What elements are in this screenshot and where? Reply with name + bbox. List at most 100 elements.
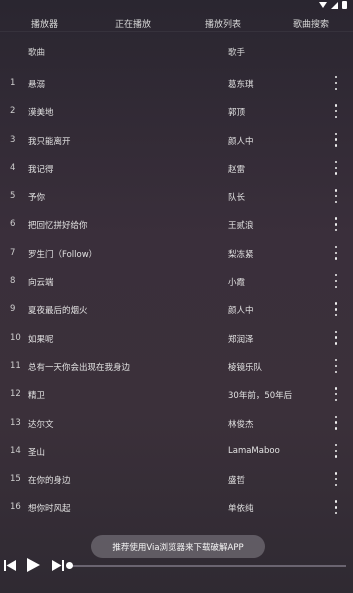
song-index: 2: [10, 106, 16, 117]
song-index: 11: [10, 360, 21, 371]
song-row[interactable]: 13 达尔文 林俊杰: [0, 410, 353, 438]
more-vertical-icon[interactable]: [333, 274, 339, 289]
song-index: 5: [10, 191, 16, 202]
song-title: 总有一天你会出现在我身边: [28, 362, 131, 373]
signal-icon: [331, 1, 338, 9]
song-list: 1 悬溺 葛东琪 2 漠美地 郭顶 3 我只能离开 颜人中 4 我记得 赵雷 5 予你 队长 6 把回忆拼好给你…: [0, 70, 353, 523]
song-artist: 葛东琪: [228, 80, 254, 90]
song-artist: 林俊杰: [228, 419, 254, 430]
song-index: 12: [10, 389, 21, 400]
song-row[interactable]: 4 我记得 赵雷: [0, 155, 353, 183]
song-title: 圣山: [28, 447, 46, 458]
song-index: 7: [10, 247, 16, 258]
more-vertical-icon[interactable]: [333, 132, 339, 147]
song-column-header: 歌曲: [28, 48, 46, 58]
player-bar: [0, 556, 353, 578]
song-title: 罗生门（Follow）: [28, 249, 98, 260]
song-index: 6: [10, 219, 16, 230]
song-row[interactable]: 14 圣山 LamaMaboo: [0, 438, 353, 466]
more-vertical-icon[interactable]: [333, 302, 339, 317]
song-index: 4: [10, 162, 16, 173]
more-vertical-icon[interactable]: [333, 76, 339, 90]
song-title: 精卫: [28, 391, 46, 402]
song-row[interactable]: 9 夏夜最后的烟火 颜人中: [0, 296, 353, 324]
more-vertical-icon[interactable]: [333, 415, 339, 430]
song-row[interactable]: 15 在你的身边 盛哲: [0, 466, 353, 494]
song-artist: 郭顶: [228, 108, 246, 119]
song-row[interactable]: 1 悬溺 葛东琪: [0, 70, 353, 98]
song-row[interactable]: 5 予你 队长: [0, 183, 353, 211]
song-artist: 颜人中: [228, 306, 254, 317]
song-index: 14: [10, 445, 21, 456]
more-vertical-icon[interactable]: [333, 500, 339, 515]
song-artist: LamaMaboo: [228, 445, 280, 456]
song-title: 漠美地: [28, 108, 54, 119]
song-artist: 颜人中: [228, 136, 254, 147]
song-artist: 赵雷: [228, 164, 246, 175]
song-title: 在你的身边: [28, 476, 71, 487]
toast-message: 推荐使用Via浏览器来下载破解APP: [91, 535, 265, 558]
status-bar: [0, 0, 353, 10]
song-title: 夏夜最后的烟火: [28, 306, 88, 317]
list-header: 歌曲 歌手: [0, 46, 353, 60]
song-title: 予你: [28, 193, 46, 204]
more-vertical-icon[interactable]: [333, 358, 339, 373]
tab-playlist[interactable]: 播放列表: [205, 17, 241, 30]
tab-song-search[interactable]: 歌曲搜索: [293, 17, 329, 30]
song-title: 我记得: [28, 164, 54, 175]
song-artist: 王贰浪: [228, 221, 254, 232]
battery-icon: [342, 1, 347, 9]
skip-next-icon[interactable]: [52, 560, 64, 571]
song-row[interactable]: 16 想你时风起 单依纯: [0, 494, 353, 522]
song-row[interactable]: 12 精卫 30年前，50年后: [0, 381, 353, 409]
song-title: 向云端: [28, 278, 54, 289]
song-row[interactable]: 2 漠美地 郭顶: [0, 98, 353, 126]
song-artist: 梨冻紧: [228, 249, 254, 260]
more-vertical-icon[interactable]: [333, 330, 339, 345]
song-artist: 单依纯: [228, 504, 254, 515]
song-artist: 棱镜乐队: [228, 362, 263, 373]
song-artist: 30年前，50年后: [228, 391, 293, 402]
tab-bar: 播放器 正在播放 播放列表 歌曲搜索: [0, 13, 353, 31]
song-row[interactable]: 7 罗生门（Follow） 梨冻紧: [0, 240, 353, 268]
song-index: 8: [10, 276, 16, 287]
song-artist: 队长: [228, 193, 246, 204]
progress-bar[interactable]: [68, 565, 346, 567]
song-title: 达尔文: [28, 419, 54, 430]
artist-column-header: 歌手: [228, 48, 246, 58]
song-title: 把回忆拼好给你: [28, 221, 88, 232]
more-vertical-icon[interactable]: [333, 104, 339, 119]
song-index: 15: [10, 474, 21, 485]
song-row[interactable]: 8 向云端 小霞: [0, 268, 353, 296]
song-artist: 小霞: [228, 278, 246, 289]
song-index: 1: [10, 78, 16, 88]
song-index: 13: [10, 417, 21, 428]
song-row[interactable]: 10 如果呢 郑润泽: [0, 325, 353, 353]
song-title: 如果呢: [28, 334, 54, 345]
song-title: 我只能离开: [28, 136, 71, 147]
skip-previous-icon[interactable]: [4, 560, 16, 571]
song-index: 10: [10, 332, 21, 343]
song-index: 16: [10, 502, 21, 513]
status-icons: [319, 1, 347, 9]
tab-player[interactable]: 播放器: [31, 17, 58, 30]
more-vertical-icon[interactable]: [333, 245, 339, 260]
song-row[interactable]: 3 我只能离开 颜人中: [0, 127, 353, 155]
song-index: 9: [10, 304, 16, 315]
tab-divider: [0, 31, 353, 32]
song-artist: 郑润泽: [228, 334, 254, 345]
more-vertical-icon[interactable]: [333, 217, 339, 232]
song-row[interactable]: 11 总有一天你会出现在我身边 棱镜乐队: [0, 353, 353, 381]
song-title: 想你时风起: [28, 504, 71, 515]
more-vertical-icon[interactable]: [333, 160, 339, 175]
progress-knob[interactable]: [66, 562, 73, 569]
song-row[interactable]: 6 把回忆拼好给你 王贰浪: [0, 211, 353, 239]
play-icon[interactable]: [26, 558, 40, 572]
more-vertical-icon[interactable]: [333, 189, 339, 204]
song-title: 悬溺: [28, 80, 46, 90]
more-vertical-icon[interactable]: [333, 387, 339, 402]
wifi-icon: [319, 2, 327, 8]
tab-now-playing[interactable]: 正在播放: [115, 17, 151, 30]
more-vertical-icon[interactable]: [333, 443, 339, 458]
more-vertical-icon[interactable]: [333, 472, 339, 487]
